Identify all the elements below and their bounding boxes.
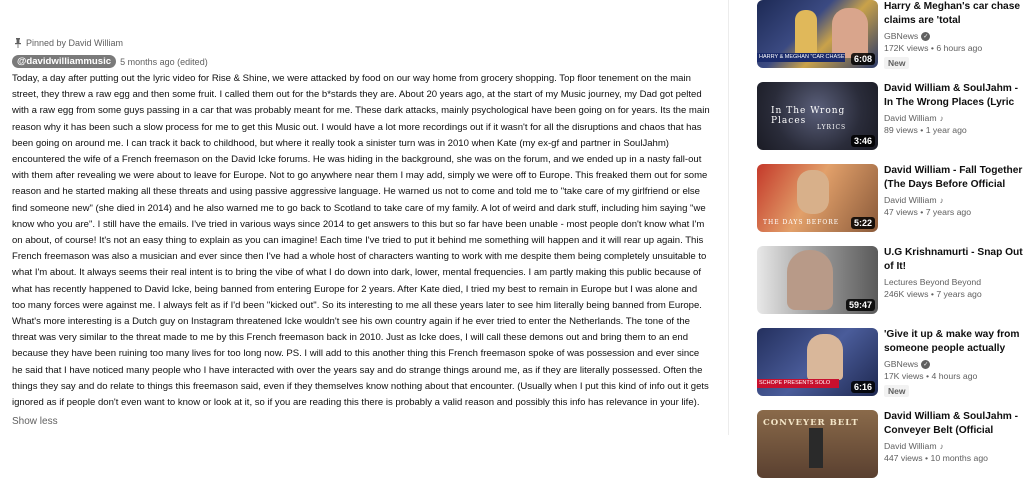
video-title[interactable]: 'Give it up & make way from someone peop… [884, 328, 1024, 356]
video-thumbnail[interactable]: THE DAYS BEFORE 5:22 [757, 164, 878, 232]
thumbnail-caption: THE DAYS BEFORE [763, 219, 840, 226]
related-video[interactable]: 59:47 U.G Krishnamurti - Snap Out of It!… [757, 246, 1024, 318]
view-count: 89 views [884, 125, 918, 135]
video-thumbnail[interactable]: CONVEYER BELT [757, 410, 878, 478]
related-video[interactable]: SCHOPE PRESENTS SOLO 6:16 'Give it up & … [757, 328, 1024, 400]
video-duration: 6:08 [850, 53, 875, 65]
channel-name-row: David William ♪ [884, 113, 1024, 123]
verified-check-icon: ✓ [921, 31, 931, 41]
related-videos: HARRY & MEGHAN "CAR CHASE" 6:08 Harry & … [757, 0, 1024, 492]
related-video[interactable]: HARRY & MEGHAN "CAR CHASE" 6:08 Harry & … [757, 0, 1024, 72]
pinned-label: Pinned by David William [26, 38, 124, 48]
show-less-button[interactable]: Show less [12, 416, 712, 427]
comment-header: @davidwilliammusic 5 months ago (edited) [12, 55, 712, 68]
video-thumbnail[interactable]: In The Wrong Places LYRICS 3:46 [757, 82, 878, 150]
channel-name[interactable]: David William [884, 195, 937, 205]
comment-body: Today, a day after putting out the lyric… [12, 73, 710, 409]
video-stats: 89 views • 1 year ago [884, 125, 967, 135]
related-video[interactable]: CONVEYER BELT David William & SoulJahm -… [757, 410, 1024, 482]
video-title[interactable]: Harry & Meghan's car chase claims are 't… [884, 0, 1024, 28]
new-badge: New [884, 385, 910, 397]
video-duration: 59:47 [845, 299, 875, 311]
pinned-comment: Pinned by David William @davidwilliammus… [12, 38, 712, 427]
channel-name[interactable]: David William [884, 113, 937, 123]
music-note-icon: ♪ [939, 195, 944, 205]
channel-name-row: GBNews ✓ [884, 31, 1024, 41]
video-info: U.G Krishnamurti - Snap Out of It! Lectu… [884, 246, 1024, 318]
video-thumbnail[interactable]: 59:47 [757, 246, 878, 314]
view-count: 47 views [884, 207, 918, 217]
upload-age: 4 hours ago [931, 371, 978, 381]
video-info: Harry & Meghan's car chase claims are 't… [884, 0, 1024, 72]
video-stats: 246K views • 7 years ago [884, 289, 982, 299]
channel-name[interactable]: GBNews [884, 359, 918, 369]
video-info: David William & SoulJahm - Conveyer Belt… [884, 410, 1024, 482]
channel-name[interactable]: GBNews [884, 31, 918, 41]
verified-check-icon: ✓ [921, 359, 931, 369]
video-thumbnail[interactable]: SCHOPE PRESENTS SOLO 6:16 [757, 328, 878, 396]
upload-age: 1 year ago [925, 125, 967, 135]
view-count: 172K views [884, 43, 929, 53]
presenter-figure [832, 8, 868, 58]
thumbnail-caption: CONVEYER BELT [763, 418, 859, 428]
face-figure [787, 250, 833, 310]
new-badge: New [884, 57, 910, 69]
video-duration: 6:16 [850, 381, 875, 393]
upload-age: 10 months ago [930, 453, 988, 463]
comment-timestamp[interactable]: 5 months ago (edited) [120, 57, 208, 67]
channel-name[interactable]: Lectures Beyond Beyond [884, 277, 981, 287]
channel-name[interactable]: David William [884, 441, 937, 451]
video-info: 'Give it up & make way from someone peop… [884, 328, 1024, 400]
view-count: 17K views [884, 371, 924, 381]
thumbnail-caption: SCHOPE PRESENTS SOLO [757, 379, 839, 388]
portrait-figure [797, 170, 829, 214]
video-title[interactable]: David William - Fall Together (The Days … [884, 164, 1024, 192]
video-stats: 17K views • 4 hours ago [884, 371, 978, 381]
view-count: 447 views [884, 453, 923, 463]
channel-name-row: David William ♪ [884, 441, 1024, 451]
video-info: David William - Fall Together (The Days … [884, 164, 1024, 236]
related-video[interactable]: In The Wrong Places LYRICS 3:46 David Wi… [757, 82, 1024, 154]
video-duration: 3:46 [850, 135, 875, 147]
video-title[interactable]: U.G Krishnamurti - Snap Out of It! [884, 246, 1024, 274]
music-note-icon: ♪ [939, 441, 944, 451]
video-thumbnail[interactable]: HARRY & MEGHAN "CAR CHASE" 6:08 [757, 0, 878, 68]
view-count: 246K views [884, 289, 929, 299]
upload-age: 7 years ago [936, 289, 982, 299]
channel-name-row: GBNews ✓ [884, 359, 1024, 369]
video-stats: 172K views • 6 hours ago [884, 43, 983, 53]
related-video[interactable]: THE DAYS BEFORE 5:22 David William - Fal… [757, 164, 1024, 236]
pin-icon [15, 38, 21, 48]
pinned-label-row: Pinned by David William [14, 38, 712, 48]
thumbnail-subcaption: LYRICS [817, 124, 847, 131]
column-divider [728, 0, 729, 435]
person-figure [795, 10, 817, 58]
presenter-figure [807, 334, 843, 380]
upload-age: 6 hours ago [936, 43, 983, 53]
video-duration: 5:22 [850, 217, 875, 229]
author-handle[interactable]: @davidwilliammusic [12, 55, 117, 68]
upload-age: 7 years ago [925, 207, 972, 217]
figure-silhouette [809, 428, 823, 468]
video-stats: 47 views • 7 years ago [884, 207, 972, 217]
channel-name-row: Lectures Beyond Beyond [884, 277, 1024, 287]
video-title[interactable]: David William & SoulJahm - Conveyer Belt… [884, 410, 1024, 438]
music-note-icon: ♪ [939, 113, 944, 123]
thumbnail-caption: HARRY & MEGHAN "CAR CHASE" [757, 53, 845, 62]
thumbnail-caption: In The Wrong Places [771, 106, 846, 126]
video-stats: 447 views • 10 months ago [884, 453, 988, 463]
channel-name-row: David William ♪ [884, 195, 1024, 205]
video-title[interactable]: David William & SoulJahm - In The Wrong … [884, 82, 1024, 110]
video-info: David William & SoulJahm - In The Wrong … [884, 82, 1024, 154]
